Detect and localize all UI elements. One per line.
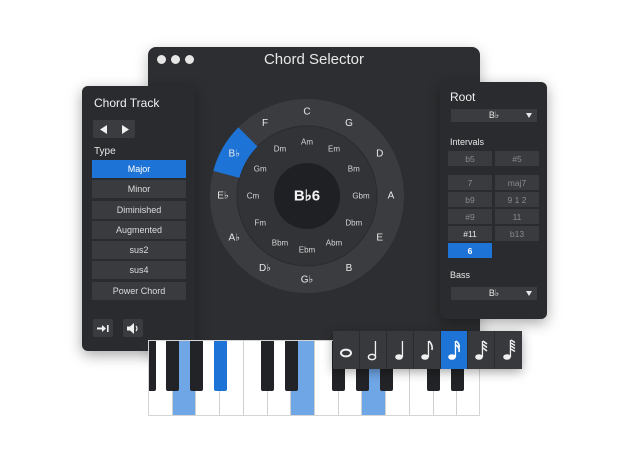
minor-key-label[interactable]: Gbm bbox=[352, 192, 370, 201]
quarter-note-icon bbox=[395, 341, 404, 360]
root-label: Root bbox=[450, 90, 476, 104]
major-key-label[interactable]: G♭ bbox=[301, 275, 314, 286]
major-key-label[interactable]: A♭ bbox=[229, 233, 240, 244]
half-note-icon bbox=[367, 341, 377, 361]
root-value: B♭ bbox=[488, 110, 500, 120]
chord-type-sus4[interactable]: sus4 bbox=[92, 261, 186, 280]
interval-sharp9[interactable]: #9 bbox=[448, 209, 492, 224]
bass-label: Bass bbox=[450, 270, 471, 280]
minor-key-label[interactable]: Em bbox=[328, 145, 340, 154]
whole-note-button[interactable] bbox=[333, 331, 360, 369]
thirty-second-note-icon bbox=[475, 340, 488, 360]
minor-key-label[interactable]: Dm bbox=[274, 145, 287, 154]
chord-type-minor[interactable]: Minor bbox=[92, 180, 186, 199]
major-key-label[interactable]: C bbox=[303, 107, 310, 118]
interval-7[interactable]: 7 bbox=[448, 175, 492, 190]
bass-select[interactable]: B♭ bbox=[451, 287, 537, 300]
major-key-label[interactable]: B bbox=[346, 263, 353, 274]
interval-b9[interactable]: b9 bbox=[448, 192, 492, 207]
interval-sharp11[interactable]: #11 bbox=[448, 226, 492, 241]
chord-type-major[interactable]: Major bbox=[92, 160, 186, 178]
minor-key-label[interactable]: Cm bbox=[247, 192, 260, 201]
sixteenth-note-button[interactable] bbox=[441, 331, 468, 369]
play-sound-button[interactable] bbox=[123, 319, 143, 337]
quarter-note-button[interactable] bbox=[387, 331, 414, 369]
minor-key-label[interactable]: Gm bbox=[254, 165, 267, 174]
minor-key-label[interactable]: Abm bbox=[326, 238, 343, 247]
interval-maj7[interactable]: maj7 bbox=[495, 175, 539, 190]
interval-9[interactable]: 9 1 2 bbox=[495, 192, 539, 207]
note-duration-toolbar bbox=[333, 331, 522, 369]
black-key-fs[interactable] bbox=[166, 341, 180, 391]
minor-key-label[interactable]: Am bbox=[301, 138, 313, 147]
thirty-second-note-button[interactable] bbox=[468, 331, 495, 369]
black-key-ds[interactable] bbox=[149, 341, 156, 391]
major-key-label[interactable]: E♭ bbox=[217, 191, 228, 202]
black-key-gs[interactable] bbox=[189, 341, 203, 391]
major-key-label[interactable]: G bbox=[345, 118, 353, 129]
interval-sharp5[interactable]: #5 bbox=[495, 151, 539, 166]
chord-type-list: Major Minor Diminished Augmented sus2 su… bbox=[92, 160, 186, 302]
interval-b13[interactable]: b13 bbox=[495, 226, 539, 241]
current-chord-label: B♭6 bbox=[294, 188, 320, 205]
chord-type-power-chord[interactable]: Power Chord bbox=[92, 281, 186, 300]
triangle-right-icon bbox=[121, 124, 129, 134]
major-key-label[interactable]: D♭ bbox=[259, 263, 271, 274]
type-label: Type bbox=[94, 146, 116, 157]
sixteenth-note-icon bbox=[448, 340, 460, 360]
window-title: Chord Selector bbox=[263, 51, 365, 68]
major-key-label[interactable]: A bbox=[388, 191, 395, 202]
black-key-bb[interactable] bbox=[213, 341, 227, 391]
title-bar[interactable]: Chord Selector bbox=[148, 47, 480, 73]
interval-6[interactable]: 6 bbox=[448, 243, 492, 258]
minor-key-label[interactable]: Ebm bbox=[299, 246, 316, 255]
chord-options-panel: Root B♭ Intervals b5 #5 7 maj7 b9 9 1 2 … bbox=[440, 82, 547, 319]
chord-type-augmented[interactable]: Augmented bbox=[92, 220, 186, 239]
minor-key-label[interactable]: Bbm bbox=[272, 238, 289, 247]
eighth-note-button[interactable] bbox=[414, 331, 441, 369]
circle-of-fifths-wheel[interactable]: C G D A E B G♭ D♭ A♭ E♭ B♭ F Am Em Bm Gbm Dbm Abm Ebm Bbm Fm… bbox=[208, 97, 406, 295]
chord-type-sus2[interactable]: sus2 bbox=[92, 241, 186, 260]
major-key-label[interactable]: B♭ bbox=[229, 149, 240, 160]
sixty-fourth-note-icon bbox=[502, 339, 515, 360]
chord-track-panel: Chord Track Type Major Minor Diminished … bbox=[82, 86, 195, 351]
half-note-button[interactable] bbox=[360, 331, 387, 369]
major-key-label[interactable]: F bbox=[262, 118, 268, 129]
chevron-down-icon bbox=[526, 113, 532, 118]
interval-11[interactable]: 11 bbox=[495, 209, 539, 224]
next-chord-button[interactable] bbox=[114, 120, 135, 138]
sixty-fourth-note-button[interactable] bbox=[495, 331, 522, 369]
previous-chord-button[interactable] bbox=[93, 120, 114, 138]
chord-type-diminished[interactable]: Diminished bbox=[92, 200, 186, 219]
speaker-icon bbox=[126, 322, 138, 334]
arrow-to-bar-icon bbox=[97, 324, 109, 332]
intervals-label: Intervals bbox=[450, 137, 485, 147]
chord-nav-group bbox=[93, 120, 135, 138]
interval-b5[interactable]: b5 bbox=[448, 151, 492, 166]
black-key-cs[interactable] bbox=[261, 341, 275, 391]
major-key-label[interactable]: E bbox=[376, 233, 383, 244]
minor-key-label[interactable]: Bm bbox=[348, 165, 360, 174]
bass-value: B♭ bbox=[488, 288, 500, 298]
chevron-down-icon bbox=[526, 291, 532, 296]
minor-key-label[interactable]: Fm bbox=[254, 219, 266, 228]
triangle-left-icon bbox=[99, 124, 107, 134]
insert-chord-button[interactable] bbox=[93, 319, 113, 337]
minor-key-label[interactable]: Dbm bbox=[345, 219, 362, 228]
eighth-note-icon bbox=[421, 340, 433, 360]
root-select[interactable]: B♭ bbox=[451, 109, 537, 122]
whole-note-icon bbox=[340, 348, 352, 358]
chord-track-title: Chord Track bbox=[94, 96, 160, 110]
major-key-label[interactable]: D bbox=[376, 149, 383, 160]
black-key-ds[interactable] bbox=[284, 341, 298, 391]
